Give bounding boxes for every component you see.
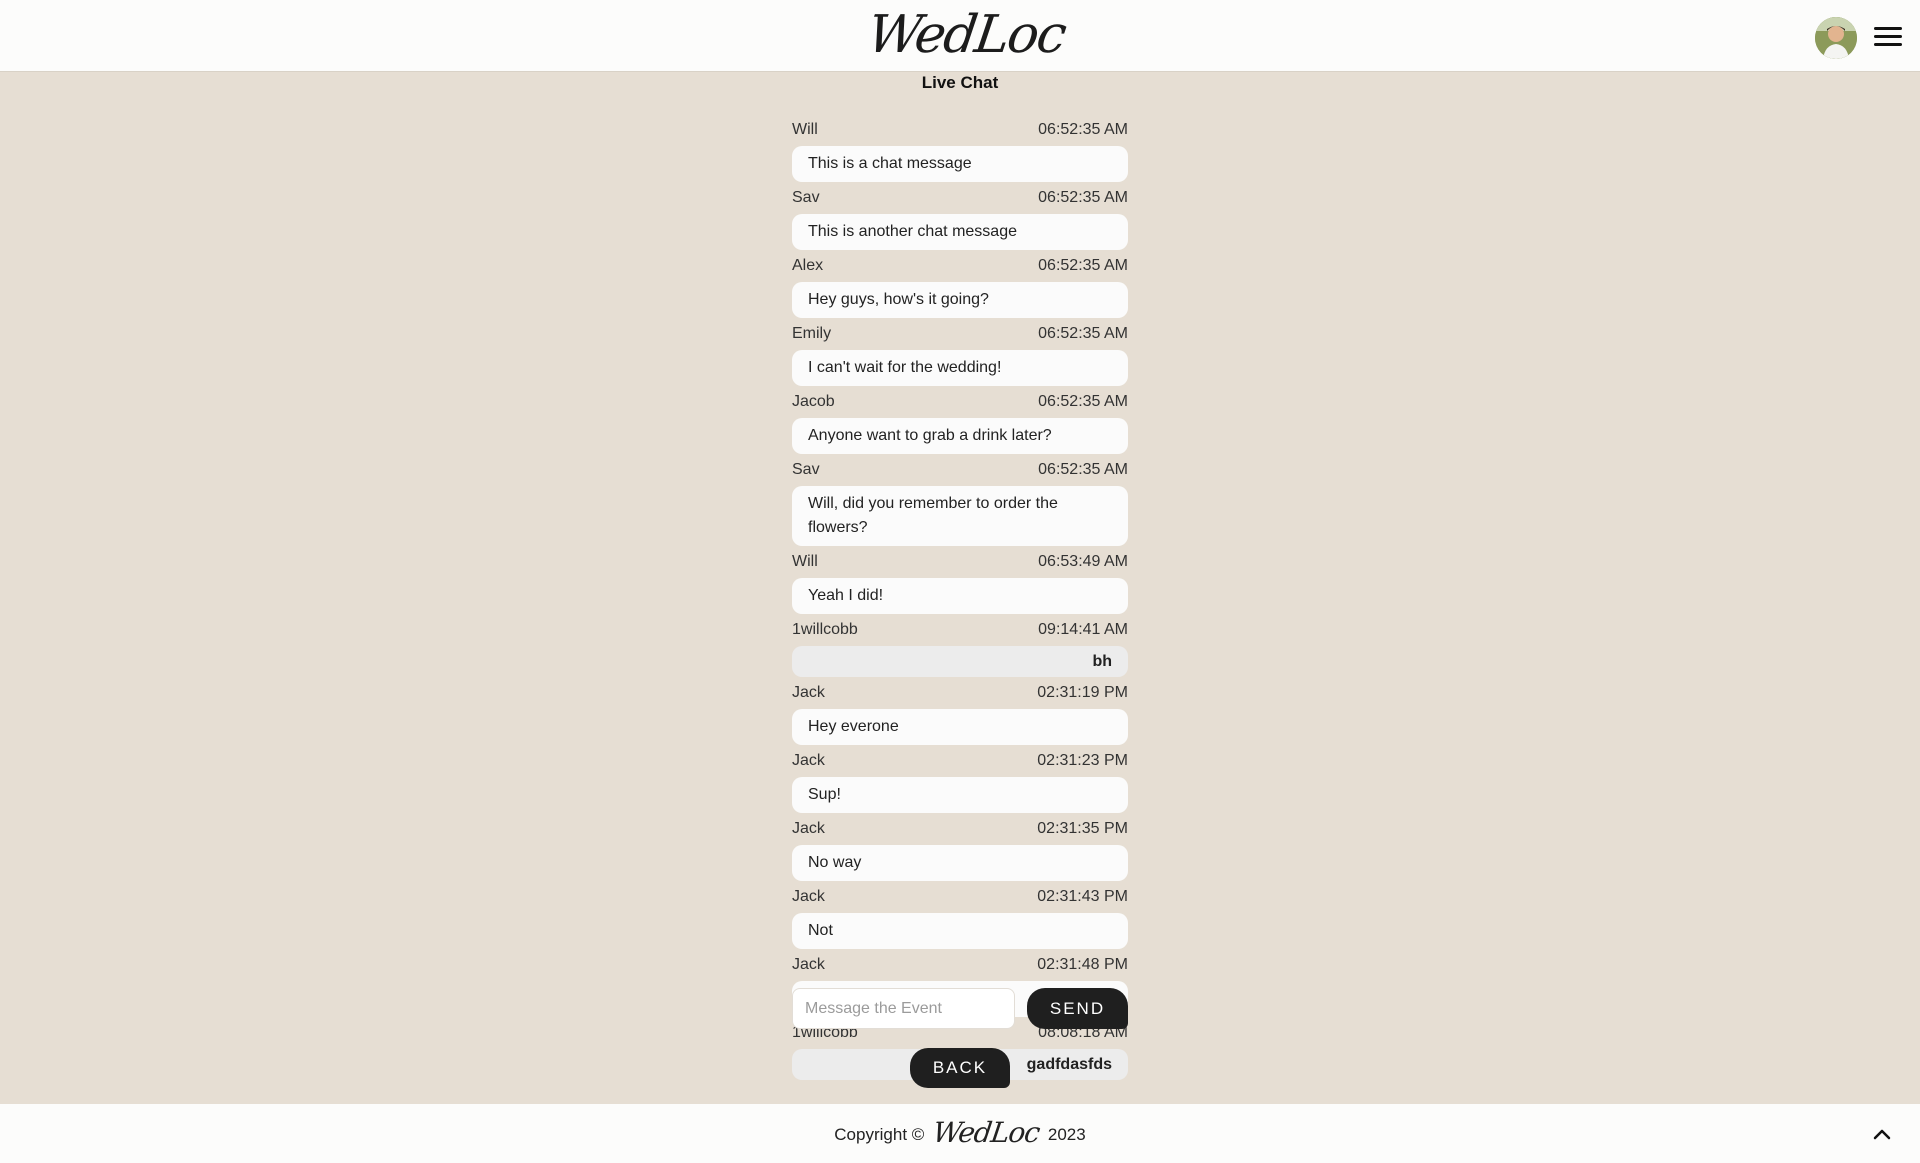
message-timestamp: 02:31:23 PM: [1037, 752, 1128, 769]
message-header: Jack 02:31:35 PM: [792, 818, 1128, 840]
message-author: Alex: [792, 257, 824, 274]
message-header: 1willcobb 09:14:41 AM: [792, 619, 1128, 641]
message-header: Will 06:52:35 AM: [792, 119, 1128, 141]
message-author: Jack: [792, 956, 825, 973]
avatar-image: [1815, 17, 1857, 59]
message-bubble: Sup!: [792, 777, 1128, 813]
message-timestamp: 06:53:49 AM: [1038, 553, 1128, 570]
message-bubble: Hey everone: [792, 709, 1128, 745]
message-bubble: bh: [792, 646, 1128, 677]
app-header: WedLoc: [0, 0, 1920, 72]
message-header: Sav 06:52:35 AM: [792, 459, 1128, 481]
message-author: Sav: [792, 461, 820, 478]
message-timestamp: 06:52:35 AM: [1038, 121, 1128, 138]
message-timestamp: 06:52:35 AM: [1038, 461, 1128, 478]
message-bubble: No way: [792, 845, 1128, 881]
message-timestamp: 09:14:41 AM: [1038, 621, 1128, 638]
message-author: Sav: [792, 189, 820, 206]
message-author: Jack: [792, 888, 825, 905]
message-author: 1willcobb: [792, 621, 858, 638]
message-timestamp: 06:52:35 AM: [1038, 393, 1128, 410]
message-timestamp: 06:52:35 AM: [1038, 325, 1128, 342]
message-author: Emily: [792, 325, 832, 342]
page-title: Live Chat: [921, 73, 999, 92]
message-timestamp: 02:31:19 PM: [1037, 684, 1128, 701]
message-bubble: Will, did you remember to order the flow…: [792, 486, 1128, 546]
message-bubble: Yeah I did!: [792, 578, 1128, 614]
message-header: Emily 06:52:35 AM: [792, 323, 1128, 345]
message-bubble: Anyone want to grab a drink later?: [792, 418, 1128, 454]
menu-bar: [1874, 35, 1902, 38]
message-author: Jack: [792, 820, 825, 837]
footer-logo: WedLoc: [930, 1116, 1042, 1149]
message-compose: SEND: [792, 988, 1128, 1029]
app-footer: Copyright © WedLoc 2023: [0, 1104, 1920, 1163]
message-timestamp: 06:52:35 AM: [1038, 189, 1128, 206]
message-author: Jack: [792, 684, 825, 701]
chat-message-list: Will 06:52:35 AM This is a chat message Sav…: [792, 119, 1128, 1085]
message-header: Will 06:53:49 AM: [792, 551, 1128, 573]
message-timestamp: 02:31:43 PM: [1037, 888, 1128, 905]
message-header: Jack 02:31:43 PM: [792, 886, 1128, 908]
message-input[interactable]: [792, 988, 1015, 1029]
message-author: Will: [792, 553, 818, 570]
message-timestamp: 02:31:48 PM: [1037, 956, 1128, 973]
chevron-up-icon[interactable]: [1870, 1124, 1894, 1144]
copyright-year: 2023: [1047, 1125, 1086, 1144]
message-header: Sav 06:52:35 AM: [792, 187, 1128, 209]
message-timestamp: 06:52:35 AM: [1038, 257, 1128, 274]
message-header: Jack 02:31:48 PM: [792, 954, 1128, 976]
message-header: Alex 06:52:35 AM: [792, 255, 1128, 277]
menu-bar: [1874, 43, 1902, 46]
message-author: Jack: [792, 752, 825, 769]
send-button[interactable]: SEND: [1027, 988, 1128, 1029]
message-bubble: Hey guys, how's it going?: [792, 282, 1128, 318]
message-author: Jacob: [792, 393, 835, 410]
message-bubble: This is a chat message: [792, 146, 1128, 182]
message-bubble: I can't wait for the wedding!: [792, 350, 1128, 386]
message-header: Jack 02:31:19 PM: [792, 682, 1128, 704]
copyright-text: Copyright ©: [834, 1125, 925, 1144]
message-header: Jacob 06:52:35 AM: [792, 391, 1128, 413]
message-header: Jack 02:31:23 PM: [792, 750, 1128, 772]
copyright-line: Copyright © WedLoc 2023: [0, 1116, 1920, 1150]
message-author: Will: [792, 121, 818, 138]
message-bubble: This is another chat message: [792, 214, 1128, 250]
menu-bar: [1874, 27, 1902, 30]
hamburger-menu-icon[interactable]: [1874, 24, 1904, 48]
message-timestamp: 02:31:35 PM: [1037, 820, 1128, 837]
message-bubble: Not: [792, 913, 1128, 949]
back-button[interactable]: BACK: [910, 1048, 1010, 1088]
wedloc-logo[interactable]: WedLoc: [864, 4, 1069, 66]
user-avatar[interactable]: [1815, 17, 1857, 59]
